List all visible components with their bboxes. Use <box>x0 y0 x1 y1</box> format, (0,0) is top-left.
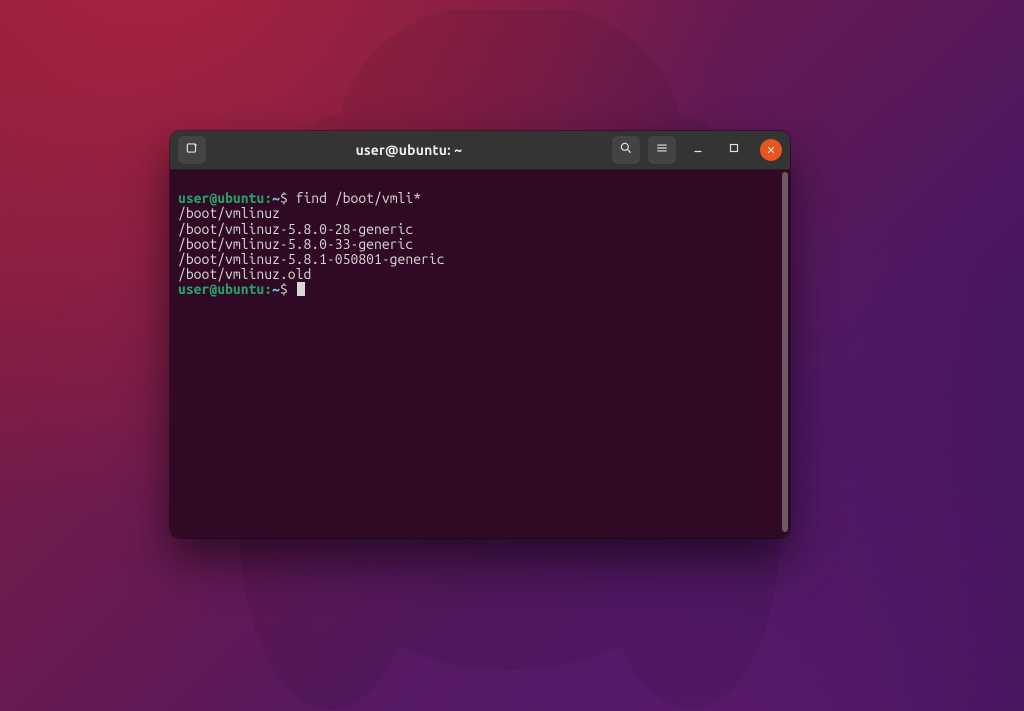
menu-button[interactable] <box>648 136 676 164</box>
window-title: user@ubuntu: ~ <box>206 142 612 158</box>
maximize-icon <box>727 141 741 159</box>
close-icon <box>766 141 776 159</box>
prompt-symbol: $ <box>280 281 288 297</box>
terminal-scrollbar[interactable] <box>782 172 788 532</box>
maximize-button[interactable] <box>720 136 748 164</box>
terminal-output-line: /boot/vmlinuz.old <box>178 266 311 282</box>
search-button[interactable] <box>612 136 640 164</box>
prompt-sep: : <box>264 281 272 297</box>
terminal-output-line: /boot/vmlinuz-5.8.0-33-generic <box>178 236 413 252</box>
terminal-window: user@ubuntu: ~ <box>170 131 790 538</box>
prompt-userhost: user@ubuntu <box>178 190 264 206</box>
minimize-button[interactable] <box>684 136 712 164</box>
prompt-path: ~ <box>272 190 280 206</box>
terminal-output-line: /boot/vmlinuz-5.8.1-050801-generic <box>178 251 445 267</box>
prompt-path: ~ <box>272 281 280 297</box>
terminal-output-line: /boot/vmlinuz <box>178 205 280 221</box>
search-icon <box>619 141 633 159</box>
minimize-icon <box>691 141 705 159</box>
new-tab-icon <box>185 141 199 159</box>
terminal-command: find /boot/vmli* <box>296 190 421 206</box>
hamburger-icon <box>655 141 669 159</box>
terminal-cursor <box>297 282 305 296</box>
close-button[interactable] <box>760 139 782 161</box>
new-tab-button[interactable] <box>178 136 206 164</box>
terminal-body[interactable]: user@ubuntu:~$ find /boot/vmli* /boot/vm… <box>170 170 790 538</box>
prompt-sep: : <box>264 190 272 206</box>
desktop-wallpaper: user@ubuntu: ~ <box>0 0 1024 711</box>
terminal-output-line: /boot/vmlinuz-5.8.0-28-generic <box>178 221 413 237</box>
titlebar[interactable]: user@ubuntu: ~ <box>170 131 790 170</box>
prompt-symbol: $ <box>280 190 288 206</box>
prompt-userhost: user@ubuntu <box>178 281 264 297</box>
